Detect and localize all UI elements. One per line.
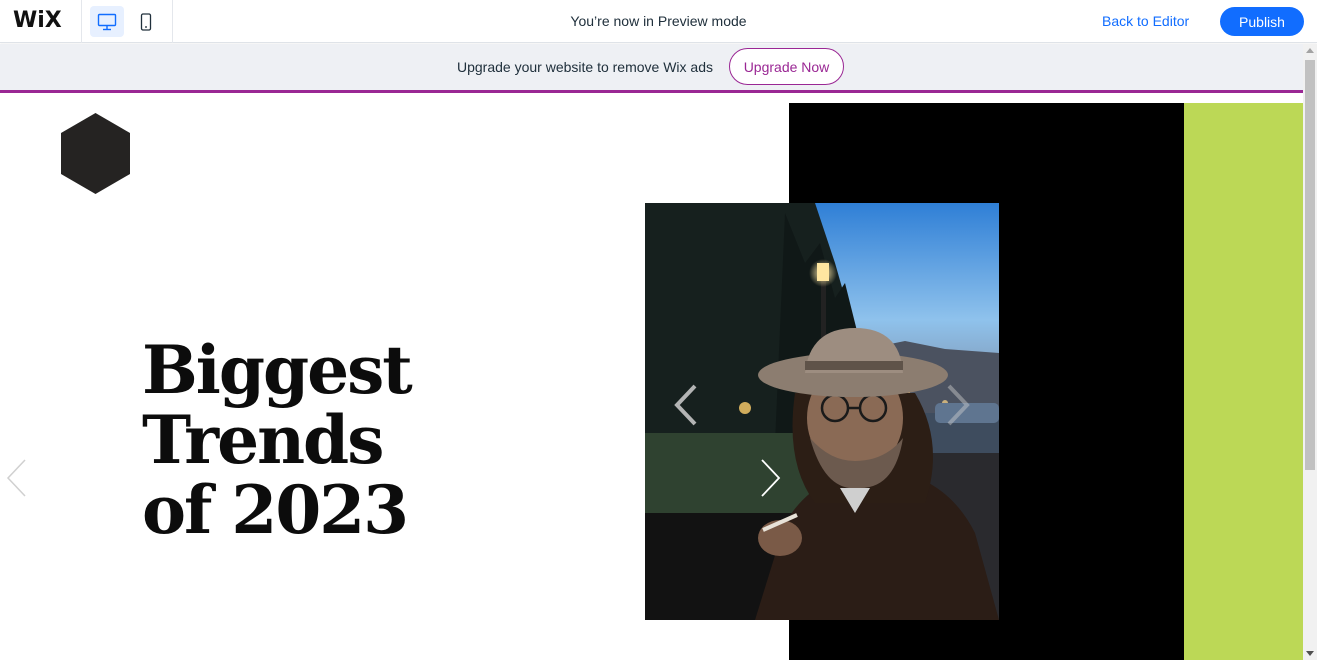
photo-next-arrow[interactable]	[945, 383, 971, 427]
desktop-view-button[interactable]	[90, 6, 124, 37]
headline-line: Trends	[142, 401, 384, 479]
desktop-monitor-icon	[97, 13, 117, 30]
scroll-down-arrow-icon[interactable]	[1306, 651, 1314, 656]
chevron-right-icon	[947, 384, 970, 426]
photo-prev-arrow[interactable]	[673, 383, 699, 427]
wix-logo[interactable]: WiX	[13, 9, 62, 33]
hexagon-logo-icon[interactable]	[61, 113, 130, 194]
back-to-editor-link[interactable]: Back to Editor	[1102, 13, 1189, 29]
chevron-left-icon	[6, 459, 26, 497]
headline-line: of 2023	[142, 471, 409, 549]
green-panel	[1184, 103, 1303, 660]
upgrade-now-button[interactable]: Upgrade Now	[729, 48, 844, 85]
mobile-phone-icon	[140, 12, 152, 31]
divider	[172, 0, 173, 43]
divider	[81, 0, 82, 43]
headline-line: Biggest	[142, 331, 413, 409]
hero-photo[interactable]	[645, 203, 999, 620]
mobile-view-button[interactable]	[129, 6, 163, 37]
slideshow-next-arrow[interactable]	[759, 459, 781, 497]
hero-headline: Biggest Trends of 2023	[142, 331, 413, 549]
chevron-right-icon	[761, 459, 781, 497]
slideshow-prev-arrow[interactable]	[6, 459, 28, 497]
chevron-left-icon	[674, 384, 697, 426]
upgrade-banner: Upgrade your website to remove Wix ads U…	[0, 44, 1303, 90]
scrollbar-thumb[interactable]	[1305, 60, 1315, 470]
preview-top-bar: WiX You’re now in Preview mode Back to E…	[0, 0, 1317, 43]
scroll-up-arrow-icon[interactable]	[1306, 48, 1314, 53]
upgrade-banner-text: Upgrade your website to remove Wix ads	[457, 59, 713, 75]
page-scrollbar[interactable]	[1303, 44, 1317, 660]
site-preview-canvas: Biggest Trends of 2023	[0, 93, 1303, 660]
publish-button[interactable]: Publish	[1220, 7, 1304, 36]
